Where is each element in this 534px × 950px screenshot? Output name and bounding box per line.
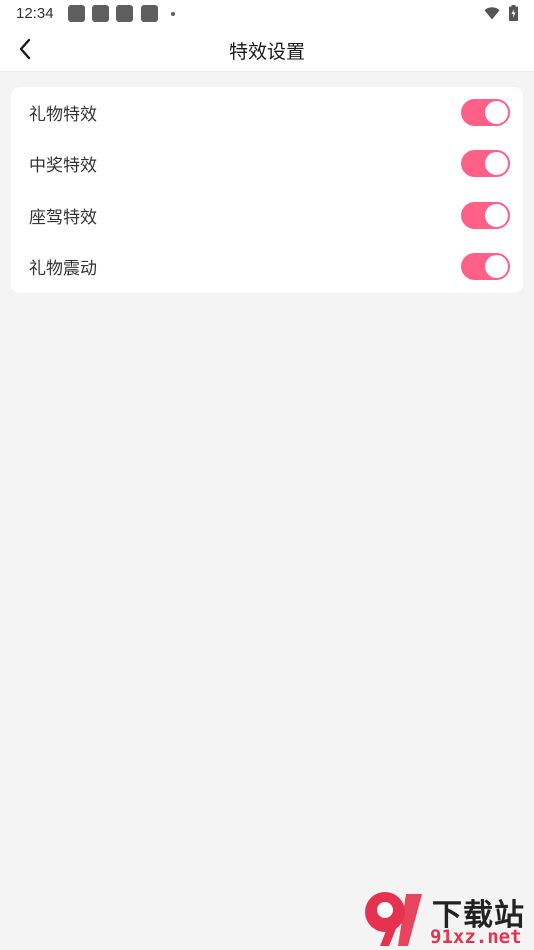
prize-effect-toggle[interactable] [461, 150, 510, 177]
page-title: 特效设置 [228, 41, 305, 63]
notification-icon [116, 5, 133, 22]
app-bar: 特效设置 [0, 28, 534, 72]
setting-label: 中奖特效 [29, 156, 97, 176]
gift-vibration-toggle[interactable] [461, 253, 510, 280]
watermark: 下载站 91xz.net [362, 888, 534, 950]
toggle-knob [485, 204, 508, 227]
mount-effect-toggle[interactable] [461, 202, 510, 229]
notification-icon [92, 5, 109, 22]
setting-label: 座驾特效 [29, 208, 97, 228]
setting-row-prize-effect: 中奖特效 [11, 138, 523, 189]
more-notifications-icon [171, 12, 175, 16]
toggle-knob [485, 152, 508, 175]
toggle-knob [485, 101, 508, 124]
battery-icon [509, 5, 518, 21]
setting-row-mount-effect: 座驾特效 [11, 190, 523, 241]
setting-label: 礼物特效 [29, 105, 97, 125]
watermark-domain: 91xz.net [430, 926, 522, 948]
setting-row-gift-effect: 礼物特效 [11, 87, 523, 138]
notification-icon [68, 5, 85, 22]
status-time: 12:34 [16, 5, 54, 22]
setting-row-gift-vibration: 礼物震动 [11, 241, 523, 292]
wifi-icon [484, 7, 500, 20]
toggle-knob [485, 255, 508, 278]
settings-card: 礼物特效 中奖特效 座驾特效 礼物震动 [11, 87, 523, 293]
status-bar: 12:34 [0, 0, 534, 28]
notification-icon [141, 5, 158, 22]
watermark-logo [365, 892, 422, 946]
gift-effect-toggle[interactable] [461, 99, 510, 126]
setting-label: 礼物震动 [29, 259, 97, 279]
